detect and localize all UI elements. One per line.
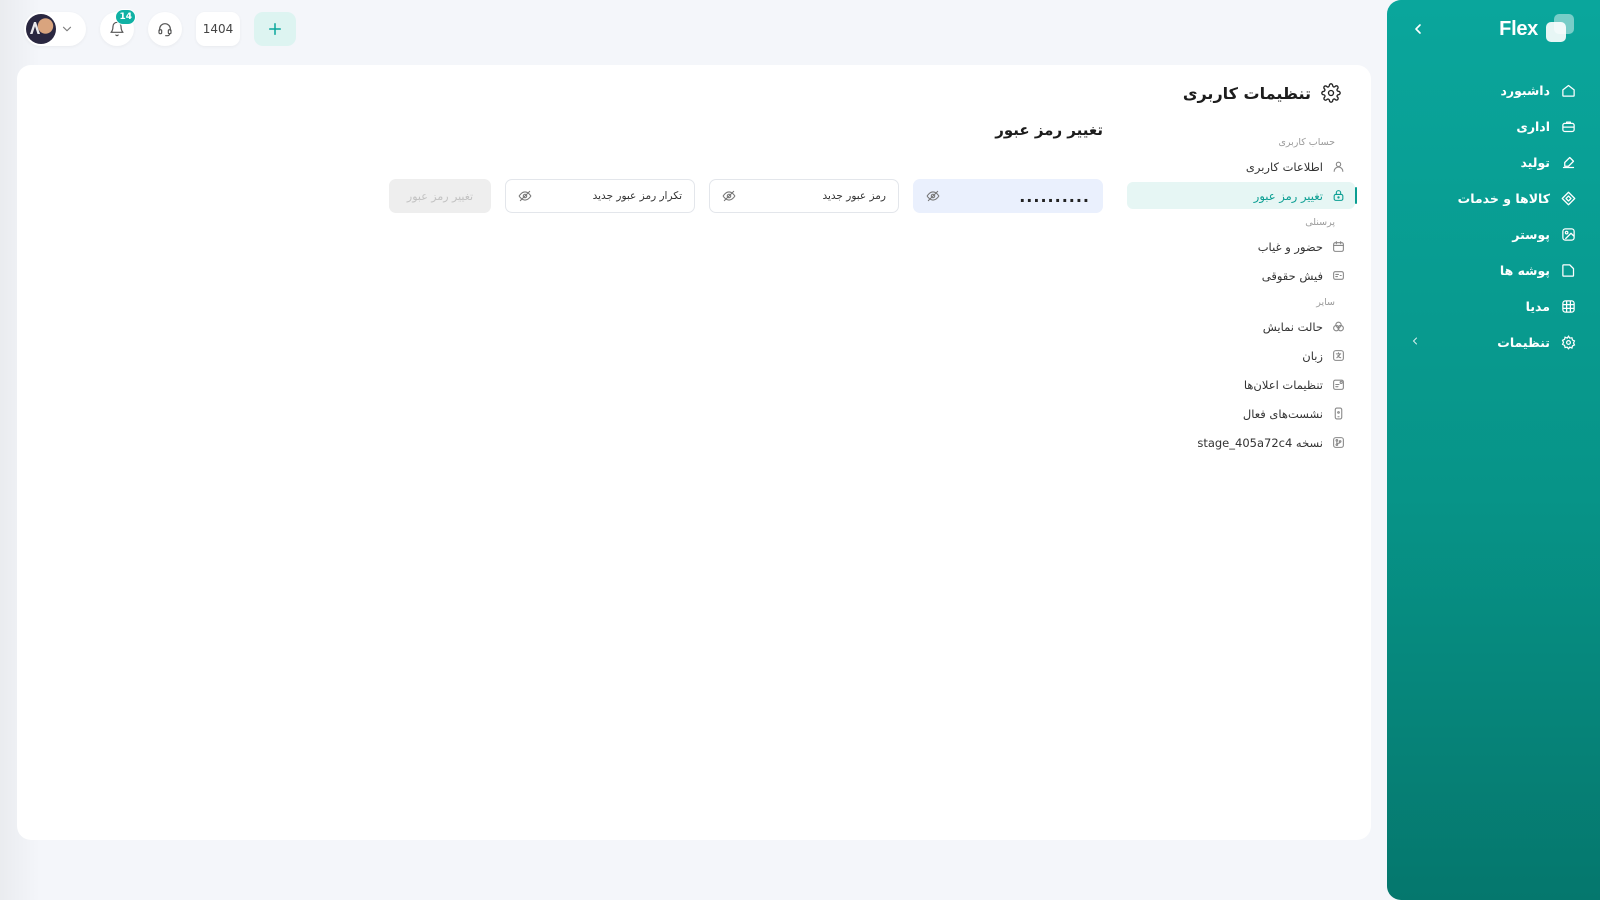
page-title: تنظیمات کاربری	[1183, 83, 1341, 103]
notification-badge: 14	[115, 9, 136, 25]
folder-icon	[1560, 262, 1576, 278]
change-password-form: تغییر رمز عبور	[389, 179, 1103, 213]
notifications-button[interactable]: 14	[100, 9, 136, 46]
poster-icon	[1560, 226, 1576, 242]
sidebar-item-label: تولید	[1520, 154, 1550, 170]
language-icon	[1331, 349, 1345, 363]
media-icon	[1560, 298, 1576, 314]
page-title-text: تنظیمات کاربری	[1182, 83, 1311, 103]
menu-item-language[interactable]: زبان	[1127, 342, 1355, 369]
menu-item-label: اطلاعات کاربری	[1245, 159, 1323, 174]
sidebar-item-label: تنظیمات	[1497, 334, 1550, 350]
menu-item-label: تنظیمات اعلان‌ها	[1243, 377, 1323, 392]
sidebar-nav: داشبورد اداری تولید کالاها و خدمات پوستر	[1387, 72, 1600, 360]
chevron-down-icon	[60, 22, 74, 36]
user-icon	[1331, 160, 1345, 174]
version-icon	[1331, 436, 1345, 450]
menu-item-label: نشست‌های فعال	[1242, 406, 1323, 421]
new-password-input[interactable]	[756, 190, 886, 202]
gear-icon	[1560, 334, 1576, 350]
menu-section-account: حساب کاربری	[1278, 136, 1335, 148]
top-bar: 14 1404	[24, 9, 296, 46]
menu-item-label: حضور و غیاب	[1257, 239, 1323, 254]
sidebar-item-products[interactable]: کالاها و خدمات	[1387, 180, 1600, 216]
payslip-icon	[1331, 269, 1345, 283]
menu-item-label: زبان	[1302, 348, 1323, 363]
user-menu[interactable]	[24, 12, 86, 46]
headset-icon	[157, 21, 173, 37]
menu-item-label: حالت نمایش	[1262, 319, 1323, 334]
sidebar-item-dashboard[interactable]: داشبورد	[1387, 72, 1600, 108]
sidebar-item-label: کالاها و خدمات	[1457, 190, 1550, 206]
year-selector[interactable]: 1404	[196, 12, 240, 46]
eye-off-icon[interactable]	[518, 189, 532, 203]
menu-item-user-info[interactable]: اطلاعات کاربری	[1127, 153, 1355, 180]
avatar	[26, 14, 56, 44]
menu-section-personnel: پرسنلی	[1305, 216, 1335, 228]
sidebar-item-media[interactable]: مدیا	[1387, 288, 1600, 324]
current-password-field[interactable]	[913, 179, 1103, 213]
menu-item-label: تغییر رمز عبور	[1253, 188, 1323, 203]
menu-item-label: فیش حقوقی	[1261, 268, 1323, 283]
eye-off-icon[interactable]	[926, 189, 940, 203]
sidebar-item-production[interactable]: تولید	[1387, 144, 1600, 180]
sidebar-collapse-button[interactable]	[1407, 18, 1429, 40]
settings-card: تنظیمات کاربری حساب کاربری اطلاعات کاربر…	[17, 65, 1371, 840]
menu-item-attendance[interactable]: حضور و غیاب	[1127, 233, 1355, 260]
brand-name: Flex	[1499, 17, 1538, 40]
plus-icon	[266, 20, 284, 38]
menu-item-display-mode[interactable]: حالت نمایش	[1127, 313, 1355, 340]
device-icon	[1331, 407, 1345, 421]
sidebar-item-settings[interactable]: تنظیمات	[1387, 324, 1600, 360]
repeat-password-field[interactable]	[505, 179, 695, 213]
sidebar-item-poster[interactable]: پوستر	[1387, 216, 1600, 252]
menu-section-other: سایر	[1316, 296, 1335, 308]
sidebar-item-label: داشبورد	[1500, 82, 1550, 98]
sidebar-item-label: پوشه ها	[1499, 262, 1550, 278]
add-button[interactable]	[254, 12, 296, 46]
home-icon	[1560, 82, 1576, 98]
brand-logo-icon	[1546, 14, 1576, 44]
change-password-title: تغییر رمز عبور	[995, 121, 1103, 139]
menu-item-label: نسخه stage_405a72c4	[1197, 435, 1323, 450]
sidebar-item-label: اداری	[1516, 118, 1550, 134]
sidebar-item-administrative[interactable]: اداری	[1387, 108, 1600, 144]
sidebar: Flex داشبورد اداری تولید کالاها و خدمات …	[1387, 0, 1600, 900]
notification-settings-icon	[1331, 378, 1345, 392]
menu-item-version: نسخه stage_405a72c4	[1127, 429, 1355, 456]
calendar-icon	[1331, 240, 1345, 254]
current-password-input[interactable]	[960, 186, 1090, 206]
new-password-field[interactable]	[709, 179, 899, 213]
gear-icon	[1321, 83, 1341, 103]
support-button[interactable]	[148, 12, 182, 46]
settings-menu: حساب کاربری اطلاعات کاربری تغییر رمز عبو…	[1127, 129, 1357, 458]
production-icon	[1560, 154, 1576, 170]
chevron-left-icon	[1415, 24, 1421, 34]
menu-item-payslip[interactable]: فیش حقوقی	[1127, 262, 1355, 289]
sidebar-header: Flex	[1387, 0, 1600, 58]
lock-icon	[1331, 189, 1345, 203]
repeat-password-input[interactable]	[552, 190, 682, 202]
products-icon	[1560, 190, 1576, 206]
sidebar-item-folders[interactable]: پوشه ها	[1387, 252, 1600, 288]
eye-off-icon[interactable]	[722, 189, 736, 203]
chevron-left-icon	[1407, 335, 1421, 349]
brand: Flex	[1499, 14, 1576, 44]
menu-item-active-sessions[interactable]: نشست‌های فعال	[1127, 400, 1355, 427]
change-password-button[interactable]: تغییر رمز عبور	[389, 179, 491, 213]
briefcase-icon	[1560, 118, 1576, 134]
sidebar-item-label: پوستر	[1512, 226, 1550, 242]
menu-item-notification-settings[interactable]: تنظیمات اعلان‌ها	[1127, 371, 1355, 398]
menu-item-change-password[interactable]: تغییر رمز عبور	[1127, 182, 1357, 209]
palette-icon	[1331, 320, 1345, 334]
sidebar-item-label: مدیا	[1525, 298, 1550, 314]
